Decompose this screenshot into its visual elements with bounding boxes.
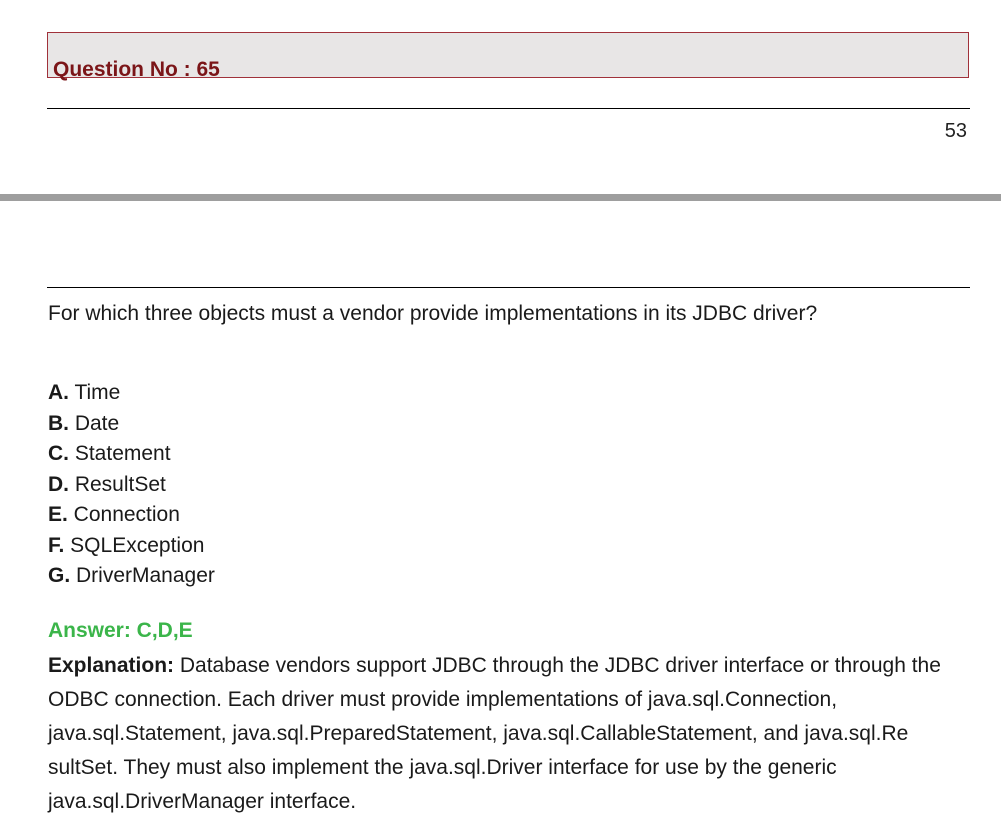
explanation-label: Explanation: <box>48 654 175 677</box>
options-list: A. Time B. Date C. Statement D. ResultSe… <box>48 378 215 592</box>
option-letter: G. <box>48 564 71 587</box>
option-e: E. Connection <box>48 500 215 531</box>
option-letter: C. <box>48 442 69 465</box>
question-number-box: Question No : 65 <box>47 32 969 81</box>
option-f: F. SQLException <box>48 531 215 562</box>
option-letter: D. <box>48 472 69 496</box>
option-d: D. ResultSet <box>48 470 215 501</box>
option-letter: F. <box>48 533 65 557</box>
option-g: G. DriverManager <box>48 561 215 592</box>
option-text: Connection <box>67 503 180 526</box>
option-b: B. Date <box>48 409 215 440</box>
option-text: Statement <box>69 442 171 465</box>
explanation-paragraph: Explanation: Database vendors support JD… <box>48 649 948 819</box>
option-a: A. Time <box>48 378 215 409</box>
option-letter: A. <box>48 381 69 404</box>
question-text: For which three objects must a vendor pr… <box>48 302 818 325</box>
page-break-bar <box>0 194 1001 201</box>
option-c: C. Statement <box>48 439 215 470</box>
page-number: 53 <box>944 120 967 142</box>
page-top-divider <box>47 287 970 288</box>
option-text: SQLException <box>64 533 205 557</box>
header-divider <box>47 108 970 109</box>
option-letter: B. <box>48 411 69 435</box>
option-text: ResultSet <box>69 472 166 496</box>
option-letter: E. <box>48 503 68 526</box>
answer-line: Answer: C,D,E <box>48 619 193 642</box>
explanation-text: Database vendors support JDBC through th… <box>48 654 941 813</box>
option-text: Date <box>69 411 120 435</box>
option-text: DriverManager <box>70 564 215 587</box>
option-text: Time <box>69 381 121 404</box>
question-number-title: Question No : 65 <box>53 58 220 81</box>
